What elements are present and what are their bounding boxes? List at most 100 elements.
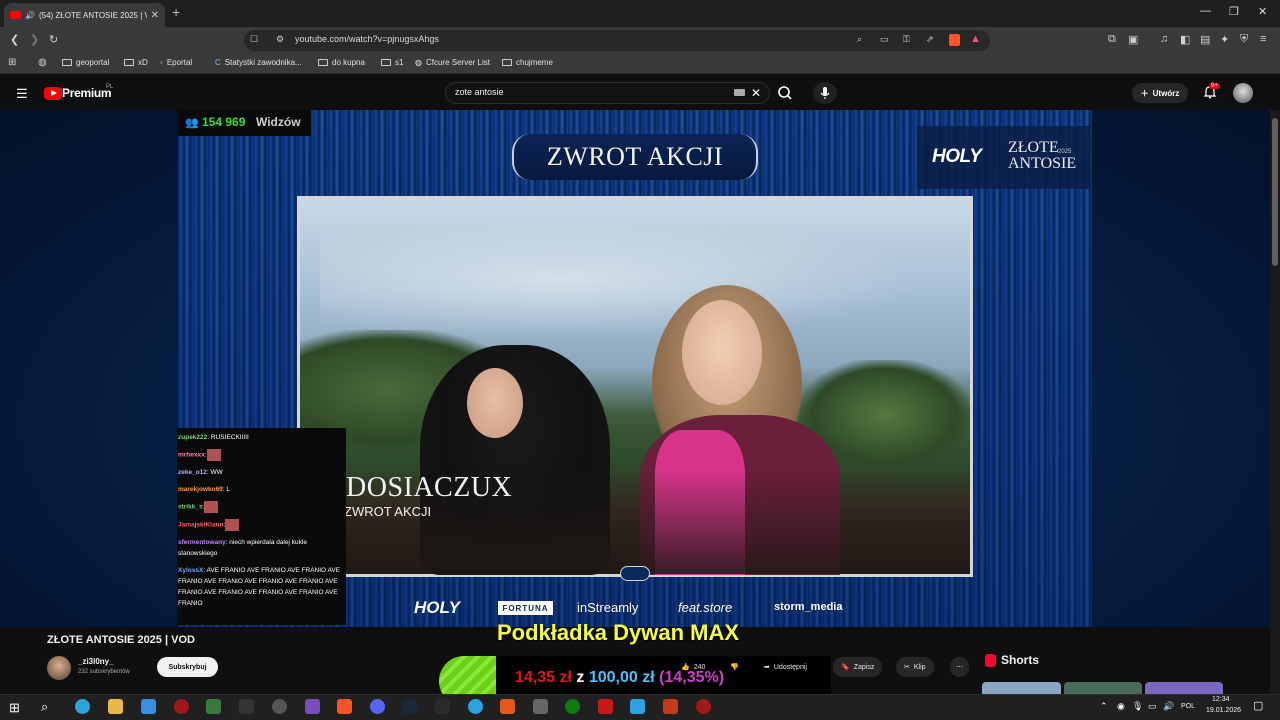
search-query[interactable]: zote antosie — [455, 87, 504, 97]
nominee-category: ZWROT AKCJI — [344, 504, 432, 519]
bookmark-item[interactable]: C Statystki zawodnika... — [215, 58, 302, 67]
bookmark-item[interactable]: do kupna — [318, 58, 365, 67]
close-window-button[interactable]: ✕ — [1258, 5, 1267, 18]
clip-button[interactable]: ✂ Klip — [896, 657, 934, 677]
app-gray-icon[interactable] — [533, 699, 548, 714]
windows-start-icon[interactable]: ⊞ — [9, 700, 20, 716]
chat-text: : RUSIECKIIIII — [207, 434, 249, 441]
keyboard-icon[interactable] — [734, 89, 745, 96]
bookmark-star-icon[interactable]: ☐ — [250, 34, 258, 45]
wallet-icon[interactable]: ▤ — [1200, 33, 1210, 46]
new-tab-button[interactable]: + — [172, 4, 180, 20]
app-store-icon[interactable] — [630, 699, 645, 714]
keyboard-language[interactable]: POL — [1181, 703, 1195, 710]
browser-tab[interactable]: 🔊 (54) ZŁOTE ANTOSIE 2025 | V ✕ — [4, 3, 165, 27]
extensions-icon[interactable]: ⧉ — [1108, 33, 1116, 46]
shorts-heading: Shorts — [1001, 653, 1040, 667]
site-info-icon[interactable]: ⚙ — [276, 34, 284, 45]
chat-message: strikk_s: — [178, 501, 345, 513]
reload-icon[interactable]: ↻ — [49, 33, 58, 46]
brave-rewards-icon[interactable]: ▲ — [970, 33, 981, 45]
like-button[interactable]: 👍 240 — [673, 657, 713, 677]
scrollbar-thumb[interactable] — [1272, 118, 1278, 266]
tray-app-icon[interactable]: ◉ — [1117, 701, 1125, 712]
brave-browser-icon[interactable] — [337, 699, 352, 714]
app-blue-icon[interactable] — [468, 699, 483, 714]
app-red3-icon[interactable] — [696, 699, 711, 714]
person-face — [467, 368, 523, 438]
create-label: Utwórz — [1152, 88, 1180, 98]
clock-time[interactable]: 12:34 — [1212, 696, 1230, 703]
hamburger-menu-icon[interactable]: ☰ — [16, 86, 28, 102]
voice-search-button[interactable] — [813, 82, 837, 104]
sponsor-instreamly: inStreamly — [577, 600, 639, 615]
subscribe-button[interactable]: Subskrybuj — [157, 657, 218, 677]
notification-center-icon[interactable]: ▢ — [1253, 699, 1263, 712]
channel-name[interactable]: _zi3l0ny_ — [78, 657, 114, 666]
minimize-button[interactable]: — — [1200, 5, 1211, 17]
sidebar-icon[interactable]: ◧ — [1180, 33, 1190, 46]
share-icon[interactable]: ⇗ — [926, 34, 934, 45]
channel-avatar[interactable] — [47, 656, 71, 680]
maximize-button[interactable]: ❐ — [1229, 5, 1239, 18]
network-icon[interactable]: ▭ — [1148, 701, 1157, 712]
create-button[interactable]: ＋ Utwórz — [1132, 83, 1188, 103]
close-tab-icon[interactable]: ✕ — [151, 10, 159, 21]
zoom-icon[interactable]: ⌕ — [857, 34, 862, 45]
app-red2-icon[interactable] — [598, 699, 613, 714]
taskbar-search-icon[interactable]: ⌕ — [41, 699, 48, 715]
extension-2-icon[interactable]: ▣ — [1128, 33, 1138, 46]
vpn-icon[interactable]: ⛨ — [1240, 33, 1248, 46]
app-orange2-icon[interactable] — [663, 699, 678, 714]
app-g-icon[interactable] — [239, 699, 254, 714]
shorts-thumbnail[interactable] — [1145, 682, 1223, 694]
nvidia-icon[interactable] — [206, 699, 221, 714]
clock-date[interactable]: 19.01.2026 — [1206, 707, 1241, 714]
bookmark-item[interactable]: ◦ Eportal — [160, 58, 192, 67]
discord-icon[interactable] — [370, 699, 385, 714]
leo-icon[interactable]: ✦ — [1220, 33, 1229, 46]
menu-icon[interactable]: ≡ — [1260, 33, 1266, 45]
brave-shield-icon[interactable] — [949, 34, 960, 46]
bookmark-item[interactable]: ◍ Cfcure Server List — [415, 58, 490, 67]
shorts-thumbnail[interactable] — [982, 682, 1061, 694]
audio-playing-icon[interactable]: 🔊 — [25, 11, 35, 20]
globe-icon[interactable]: ◍ — [38, 57, 47, 68]
bookmark-item[interactable]: geoportal — [62, 58, 109, 67]
app-purple-icon[interactable] — [305, 699, 320, 714]
app-orange-icon[interactable] — [500, 699, 515, 714]
url-text[interactable]: youtube.com/watch?v=pjnugsxAhgs — [295, 34, 439, 44]
youtube-premium-label[interactable]: Premium — [62, 86, 112, 100]
xbox-icon[interactable] — [565, 699, 580, 714]
bookmark-item[interactable]: s1 — [381, 58, 403, 67]
search-button[interactable] — [770, 82, 802, 104]
clear-search-icon[interactable]: ✕ — [751, 86, 761, 100]
mail-icon[interactable] — [141, 699, 156, 714]
edge-icon[interactable] — [75, 699, 90, 714]
save-button[interactable]: 🔖 Zapisz — [833, 657, 883, 677]
steam-icon[interactable] — [402, 699, 417, 714]
sponsor-fortuna: FORTUNA — [498, 601, 553, 615]
account-avatar[interactable] — [1233, 83, 1253, 103]
settings-gear-icon[interactable] — [272, 699, 287, 714]
shorts-thumbnail[interactable] — [1064, 682, 1142, 694]
epic-games-icon[interactable] — [435, 699, 450, 714]
more-actions-button[interactable]: ⋯ — [950, 657, 969, 677]
tray-mic-icon[interactable]: 🎙 — [1132, 701, 1143, 712]
share-button[interactable]: ➦ Udostępnij — [756, 657, 815, 677]
dislike-button[interactable]: 👎 — [722, 657, 747, 677]
app-red-icon[interactable] — [174, 699, 189, 714]
category-banner: ZWROT AKCJI — [512, 134, 758, 180]
back-icon[interactable]: ❮ — [10, 33, 19, 46]
bookmark-item[interactable]: xD — [124, 58, 148, 67]
file-explorer-icon[interactable] — [108, 699, 123, 714]
apps-grid-icon[interactable]: ⊞ — [8, 57, 16, 68]
chat-username: zupek222 — [178, 434, 208, 441]
volume-icon[interactable]: 🔊 — [1163, 701, 1174, 712]
tray-chevron-icon[interactable]: ⌃ — [1100, 701, 1108, 712]
media-icon[interactable]: ♫ — [1160, 33, 1168, 45]
forward-icon[interactable]: ❯ — [30, 33, 39, 46]
bookmark-item[interactable]: chujmeme — [502, 58, 553, 67]
cast-icon[interactable]: ▭ — [880, 34, 889, 45]
password-icon[interactable]: ⚿ — [903, 34, 910, 45]
